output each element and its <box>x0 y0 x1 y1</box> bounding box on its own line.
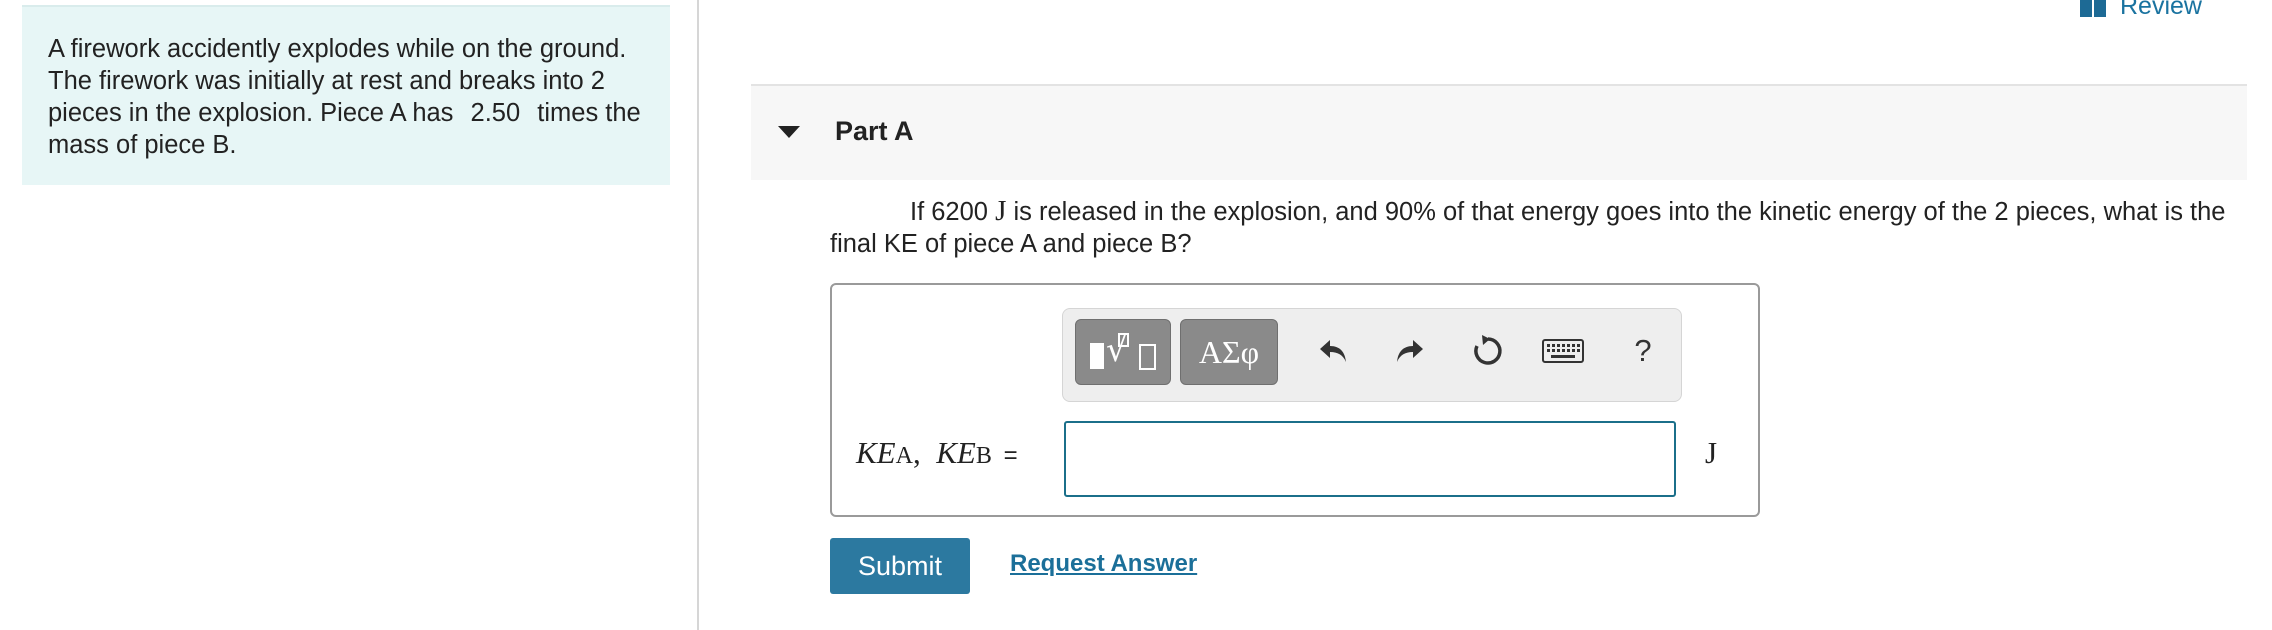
question-text: If 6200 J is released in the explosion, … <box>830 195 2230 260</box>
redo-icon[interactable] <box>1390 331 1430 371</box>
answer-sub-2: B <box>975 443 992 469</box>
answer-var-2: KE <box>936 435 976 470</box>
answer-panel: √ ΑΣφ ? KEA, KEB = J <box>830 283 1760 517</box>
greek-letters-button[interactable]: ΑΣφ <box>1180 319 1278 385</box>
mass-ratio-value: 2.50 <box>470 99 521 127</box>
undo-icon[interactable] <box>1313 331 1353 371</box>
greek-letters-icon: ΑΣφ <box>1198 334 1260 370</box>
part-a-header[interactable]: Part A <box>751 84 2247 180</box>
question-text-before: If 6200 <box>910 198 988 226</box>
answer-var-1: KE <box>856 435 896 470</box>
question-text-after: is released in the explosion, and 90% of… <box>830 198 2226 258</box>
problem-column: A firework accidently explodes while on … <box>0 0 699 630</box>
templates-button[interactable]: √ <box>1075 319 1171 385</box>
request-answer-link[interactable]: Request Answer <box>1010 550 1197 578</box>
submit-button[interactable]: Submit <box>830 538 970 594</box>
book-icon <box>2080 0 2106 17</box>
help-icon[interactable]: ? <box>1623 331 1663 371</box>
answer-label: KEA, KEB = <box>856 435 1018 471</box>
math-toolbar: √ ΑΣφ ? <box>1062 308 1682 402</box>
part-title: Part A <box>835 116 914 146</box>
answer-sub-1: A <box>895 443 913 469</box>
problem-statement: A firework accidently explodes while on … <box>22 5 670 185</box>
answer-input[interactable] <box>1064 421 1676 497</box>
answer-separator: , <box>912 435 921 470</box>
keyboard-icon[interactable] <box>1541 331 1585 371</box>
answer-unit: J <box>1705 435 1718 470</box>
review-label: Review <box>2120 0 2202 20</box>
review-link[interactable]: Review <box>2080 0 2202 21</box>
reset-icon[interactable] <box>1468 331 1508 371</box>
question-unit-symbol: J <box>995 195 1007 227</box>
answer-equals: = <box>1003 442 1018 469</box>
caret-down-icon[interactable] <box>778 126 800 138</box>
